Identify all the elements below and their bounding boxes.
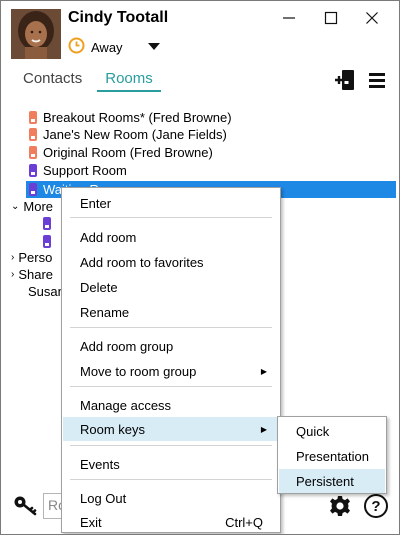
- menu-item-label: Add room group: [80, 338, 174, 354]
- room-icon: [43, 217, 51, 230]
- menu-item-move-to-room-group[interactable]: Move to room group ▶: [63, 359, 279, 383]
- menu-item-add-room-group[interactable]: Add room group: [63, 334, 279, 358]
- tree-group-more[interactable]: ⌄ More: [11, 198, 53, 215]
- menu-item-shortcut: Ctrl+Q: [225, 514, 263, 530]
- room-item[interactable]: Jane's New Room (Jane Fields): [29, 126, 227, 143]
- avatar[interactable]: [11, 9, 61, 59]
- svg-text:?: ?: [371, 498, 380, 515]
- tree-group-personal[interactable]: › Perso: [11, 249, 52, 266]
- room-icon: [29, 128, 37, 141]
- menu-separator: [70, 386, 272, 387]
- menu-item-label: Move to room group: [80, 363, 197, 379]
- chevron-right-icon: ›: [11, 252, 15, 263]
- status-dropdown-icon[interactable]: [147, 39, 161, 54]
- submenu-arrow-icon: ▶: [260, 366, 267, 376]
- maximize-button[interactable]: [317, 7, 345, 29]
- menu-item-label: Log Out: [80, 490, 127, 506]
- submenu-arrow-icon: ▶: [260, 424, 267, 434]
- minimize-button[interactable]: [275, 7, 303, 29]
- menu-item-events[interactable]: Events: [63, 452, 279, 476]
- menu-item-manage-access[interactable]: Manage access: [63, 393, 279, 417]
- help-icon[interactable]: ?: [363, 493, 389, 522]
- room-keys-submenu: Quick Presentation Persistent: [277, 416, 387, 494]
- item-label: Susan: [28, 284, 65, 299]
- room-icon: [29, 164, 37, 177]
- menu-item-label: Manage access: [80, 397, 172, 413]
- status-selector[interactable]: Away: [68, 37, 123, 57]
- submenu-item-quick[interactable]: Quick: [279, 419, 385, 443]
- submenu-item-label: Persistent: [296, 473, 354, 489]
- submenu-item-label: Quick: [296, 423, 330, 439]
- room-label: Breakout Rooms* (Fred Browne): [43, 110, 232, 125]
- menu-item-label: Add room to favorites: [80, 254, 204, 270]
- room-icon: [29, 111, 37, 124]
- tab-rooms[interactable]: Rooms: [97, 70, 161, 87]
- room-item[interactable]: Original Room (Fred Browne): [29, 144, 213, 161]
- menu-item-label: Delete: [80, 279, 118, 295]
- user-name: Cindy Tootall: [68, 9, 169, 26]
- add-room-icon[interactable]: [333, 68, 357, 92]
- menu-item-label: Exit: [80, 514, 102, 530]
- group-label: Share: [18, 267, 54, 282]
- menu-item-label: Events: [80, 456, 120, 472]
- room-item[interactable]: Breakout Rooms* (Fred Browne): [29, 109, 232, 126]
- room-icon: [29, 183, 37, 196]
- context-menu: Enter Add room Add room to favorites Del…: [61, 187, 281, 533]
- menu-separator: [70, 327, 272, 328]
- menu-item-rename[interactable]: Rename: [63, 300, 279, 324]
- menu-item-log-out[interactable]: Log Out: [63, 486, 279, 510]
- group-label: More: [23, 199, 54, 214]
- close-button[interactable]: [358, 7, 386, 29]
- menu-separator: [70, 445, 272, 446]
- menu-separator: [70, 479, 272, 480]
- chevron-right-icon: ›: [11, 269, 15, 280]
- menu-item-add-room-to-favorites[interactable]: Add room to favorites: [63, 250, 279, 274]
- tab-contacts[interactable]: Contacts: [23, 70, 82, 87]
- room-label: Jane's New Room (Jane Fields): [43, 127, 227, 142]
- room-item[interactable]: [43, 215, 57, 232]
- chevron-down-icon: ⌄: [11, 201, 20, 212]
- menu-item-label: Room keys: [80, 421, 146, 437]
- room-item[interactable]: [43, 233, 57, 250]
- menu-item-label: Rename: [80, 304, 130, 320]
- menu-item-label: Enter: [80, 195, 112, 211]
- tree-group-shared[interactable]: › Share: [11, 266, 53, 283]
- submenu-item-persistent[interactable]: Persistent: [279, 469, 385, 493]
- status-label: Away: [91, 39, 123, 55]
- menu-separator: [70, 217, 272, 218]
- submenu-item-presentation[interactable]: Presentation: [279, 444, 385, 468]
- room-item[interactable]: Support Room: [29, 162, 127, 179]
- submenu-item-label: Presentation: [296, 448, 369, 464]
- menu-item-delete[interactable]: Delete: [63, 275, 279, 299]
- menu-item-enter[interactable]: Enter: [63, 191, 279, 215]
- menu-item-exit[interactable]: Exit Ctrl+Q: [63, 510, 279, 534]
- clock-icon: [68, 37, 85, 57]
- menu-item-label: Add room: [80, 229, 137, 245]
- app-window: Cindy Tootall Away Contacts Rooms Breako…: [0, 0, 400, 535]
- room-icon: [29, 146, 37, 159]
- gear-icon[interactable]: [328, 494, 352, 521]
- menu-item-add-room[interactable]: Add room: [63, 225, 279, 249]
- tree-item-susan[interactable]: Susan: [28, 283, 65, 300]
- menu-item-room-keys[interactable]: Room keys ▶: [63, 417, 279, 441]
- tab-rooms-underline: [97, 90, 161, 92]
- room-label: Original Room (Fred Browne): [43, 145, 213, 160]
- hamburger-menu-icon[interactable]: [365, 68, 389, 92]
- room-icon: [43, 235, 51, 248]
- room-label: Support Room: [43, 163, 127, 178]
- group-label: Perso: [18, 250, 53, 265]
- key-icon[interactable]: [13, 495, 39, 520]
